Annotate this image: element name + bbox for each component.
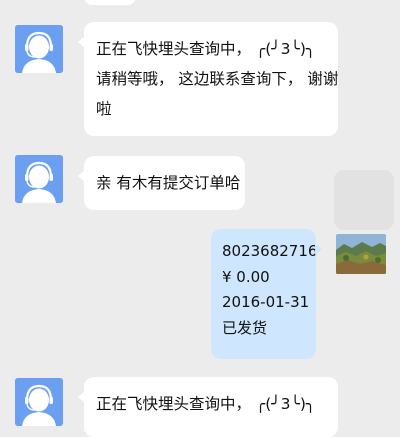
agent-avatar-icon[interactable] [15,378,63,426]
headset-person-icon [15,378,63,426]
order-number: 8023682716 [222,242,318,260]
order-date: 2016-01-31 [222,293,310,311]
order-message-bubble[interactable]: 8023682716 ¥ 0.00 2016-01-31 已发货 [211,229,322,359]
user-avatar-placeholder[interactable] [334,170,394,230]
headset-person-icon [15,155,63,203]
agent-avatar-icon[interactable] [15,25,63,73]
agent-message-bubble[interactable]: 正在飞快埋头查询中， ╭(╯3╰)╮ 请稍等哦， 这边联系查询下， 谢谢 啦 [78,22,339,136]
order-amount: ¥ 0.00 [222,267,270,286]
message-text: 请稍等哦， 这边联系查询下， 谢谢 [96,70,339,88]
agent-message-bubble[interactable]: 正在飞快埋头查询中， ╭(╯3╰)╮ [78,377,338,437]
message-text: 正在飞快埋头查询中， ╭(╯3╰)╮ [96,40,316,58]
chat-window[interactable]: 正在飞快埋头查询中， ╭(╯3╰)╮ 请稍等哦， 这边联系查询下， 谢谢 啦 亲… [0,0,400,437]
user-avatar-icon[interactable] [336,234,386,274]
message-text: 亲 有木有提交订单哈 [96,174,241,192]
agent-avatar-icon[interactable] [15,155,63,203]
order-status: 已发货 [222,318,268,337]
landscape-photo-icon [336,234,386,274]
headset-person-icon [15,25,63,73]
previous-message-bubble [84,0,136,5]
message-text: 正在飞快埋头查询中， ╭(╯3╰)╮ [96,395,316,413]
message-text: 啦 [96,100,112,118]
agent-message-bubble[interactable]: 亲 有木有提交订单哈 [78,156,245,210]
